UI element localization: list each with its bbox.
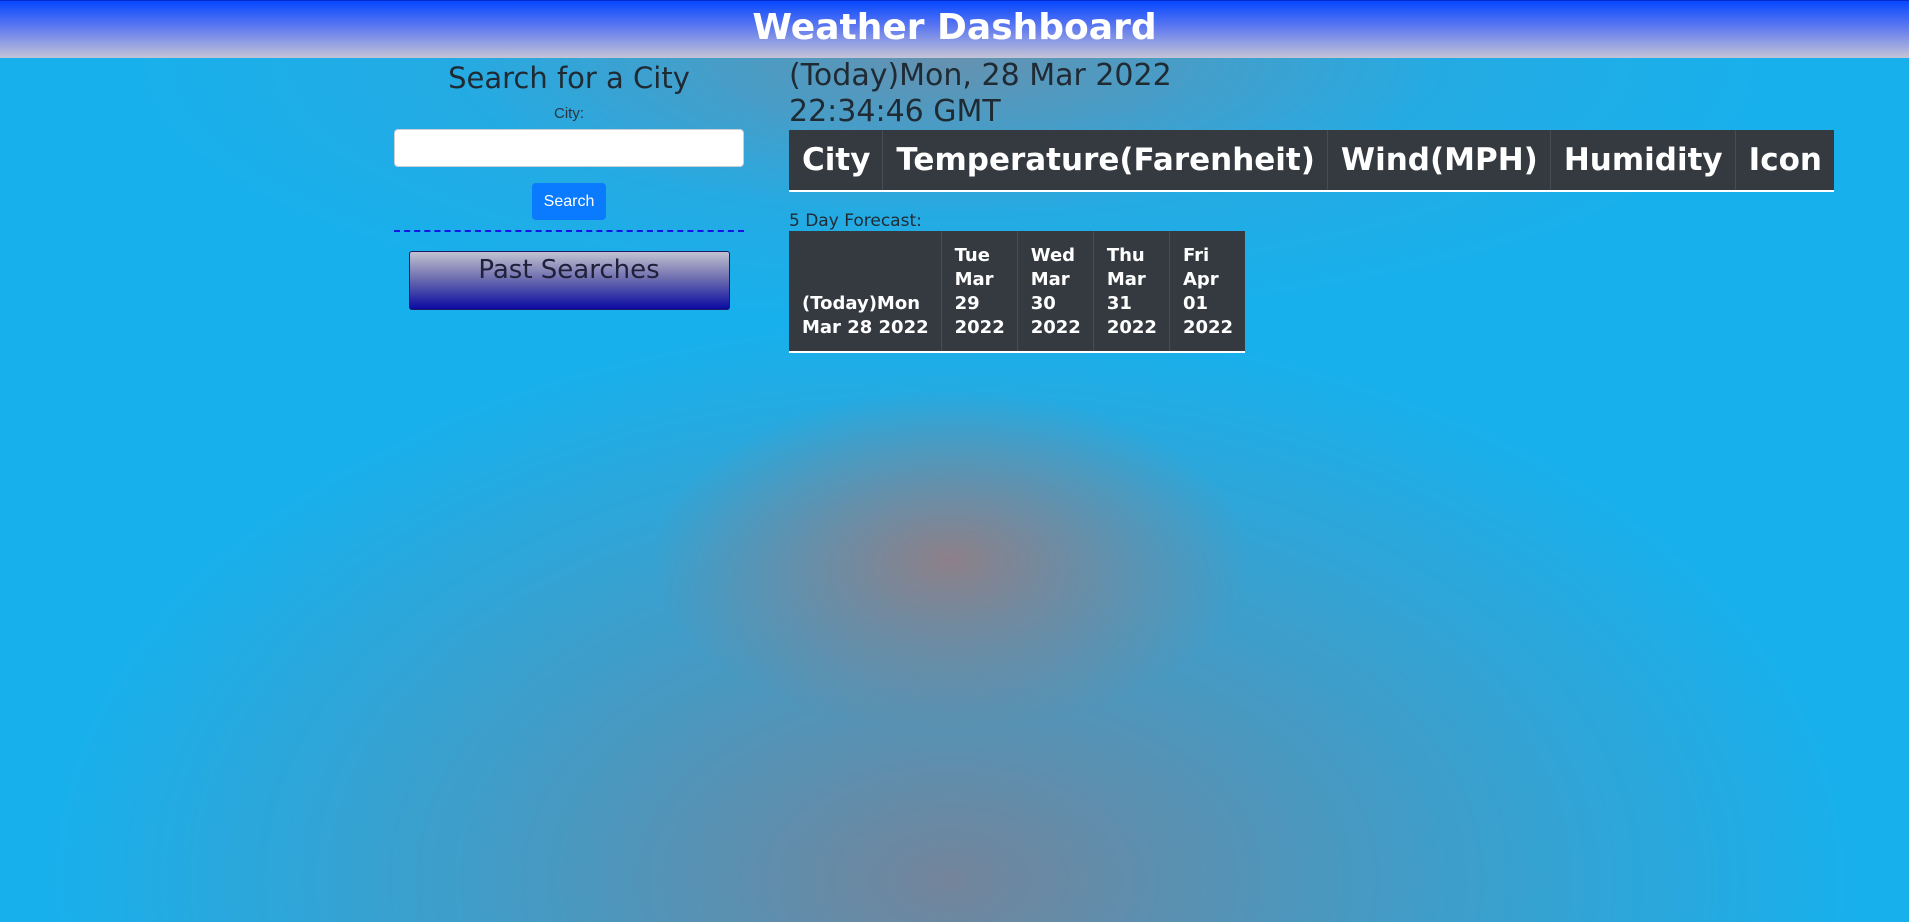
column-header-wind: Wind(MPH) bbox=[1326, 130, 1551, 192]
forecast-header-row: (Today)Mon Mar 28 2022 Tue Mar 29 2022 W… bbox=[789, 231, 1246, 353]
past-searches-button[interactable]: Past Searches bbox=[408, 251, 730, 310]
forecast-day-line: 2022 bbox=[1106, 317, 1157, 338]
forecast-table: (Today)Mon Mar 28 2022 Tue Mar 29 2022 W… bbox=[789, 231, 1246, 353]
table-header-row: City Temperature(Farenheit) Wind(MPH) Hu… bbox=[789, 130, 1834, 192]
search-button[interactable]: Search bbox=[532, 183, 606, 220]
forecast-day-line: 2022 bbox=[1182, 317, 1234, 338]
forecast-day-line: Wed bbox=[1030, 245, 1076, 266]
forecast-day-line: Mar bbox=[1030, 269, 1070, 290]
column-header-city: City bbox=[789, 130, 883, 192]
forecast-day-line: 2022 bbox=[1030, 317, 1081, 338]
forecast-day: Wed Mar 30 2022 bbox=[1016, 231, 1094, 353]
column-header-temperature: Temperature(Farenheit) bbox=[882, 130, 1328, 192]
forecast-day-line: 2022 bbox=[954, 317, 1005, 338]
forecast-day-line: Thu bbox=[1106, 245, 1145, 266]
forecast-day-line: 30 bbox=[1030, 293, 1056, 314]
app-header: Weather Dashboard bbox=[0, 0, 1909, 58]
column-header-icon: Icon bbox=[1734, 130, 1834, 192]
forecast-day-line: 31 bbox=[1106, 293, 1132, 314]
current-time: 22:34:46 GMT bbox=[789, 94, 1001, 129]
city-label: City: bbox=[554, 105, 584, 122]
column-header-humidity: Humidity bbox=[1549, 130, 1736, 192]
forecast-day-line: 01 bbox=[1182, 293, 1209, 314]
forecast-day-line: 29 bbox=[954, 293, 980, 314]
forecast-label: 5 Day Forecast: bbox=[789, 211, 922, 231]
current-weather-table: City Temperature(Farenheit) Wind(MPH) Hu… bbox=[789, 130, 1834, 192]
forecast-day: Tue Mar 29 2022 bbox=[940, 231, 1018, 353]
forecast-day-line: Mar bbox=[1106, 269, 1146, 290]
forecast-day: Fri Apr 01 2022 bbox=[1168, 231, 1246, 353]
app-title: Weather Dashboard bbox=[752, 7, 1157, 48]
forecast-day-line: (Today)Mon bbox=[802, 293, 921, 314]
search-heading: Search for a City bbox=[448, 61, 690, 95]
weather-panel: (Today)Mon, 28 Mar 2022 22:34:46 GMT Cit… bbox=[789, 58, 1834, 353]
forecast-day: (Today)Mon Mar 28 2022 bbox=[789, 231, 942, 353]
forecast-day-line: Tue bbox=[954, 245, 990, 266]
forecast-day-line: Apr bbox=[1182, 269, 1219, 290]
forecast-day-line: Mar bbox=[954, 269, 994, 290]
current-date: (Today)Mon, 28 Mar 2022 bbox=[789, 58, 1172, 93]
forecast-day-line: Mar 28 2022 bbox=[802, 317, 929, 338]
divider bbox=[394, 230, 744, 232]
city-input[interactable] bbox=[394, 129, 744, 167]
forecast-day: Thu Mar 31 2022 bbox=[1092, 231, 1170, 353]
forecast-day-line: Fri bbox=[1182, 245, 1210, 266]
search-panel: Search for a City City: Search Past Sear… bbox=[394, 58, 744, 310]
